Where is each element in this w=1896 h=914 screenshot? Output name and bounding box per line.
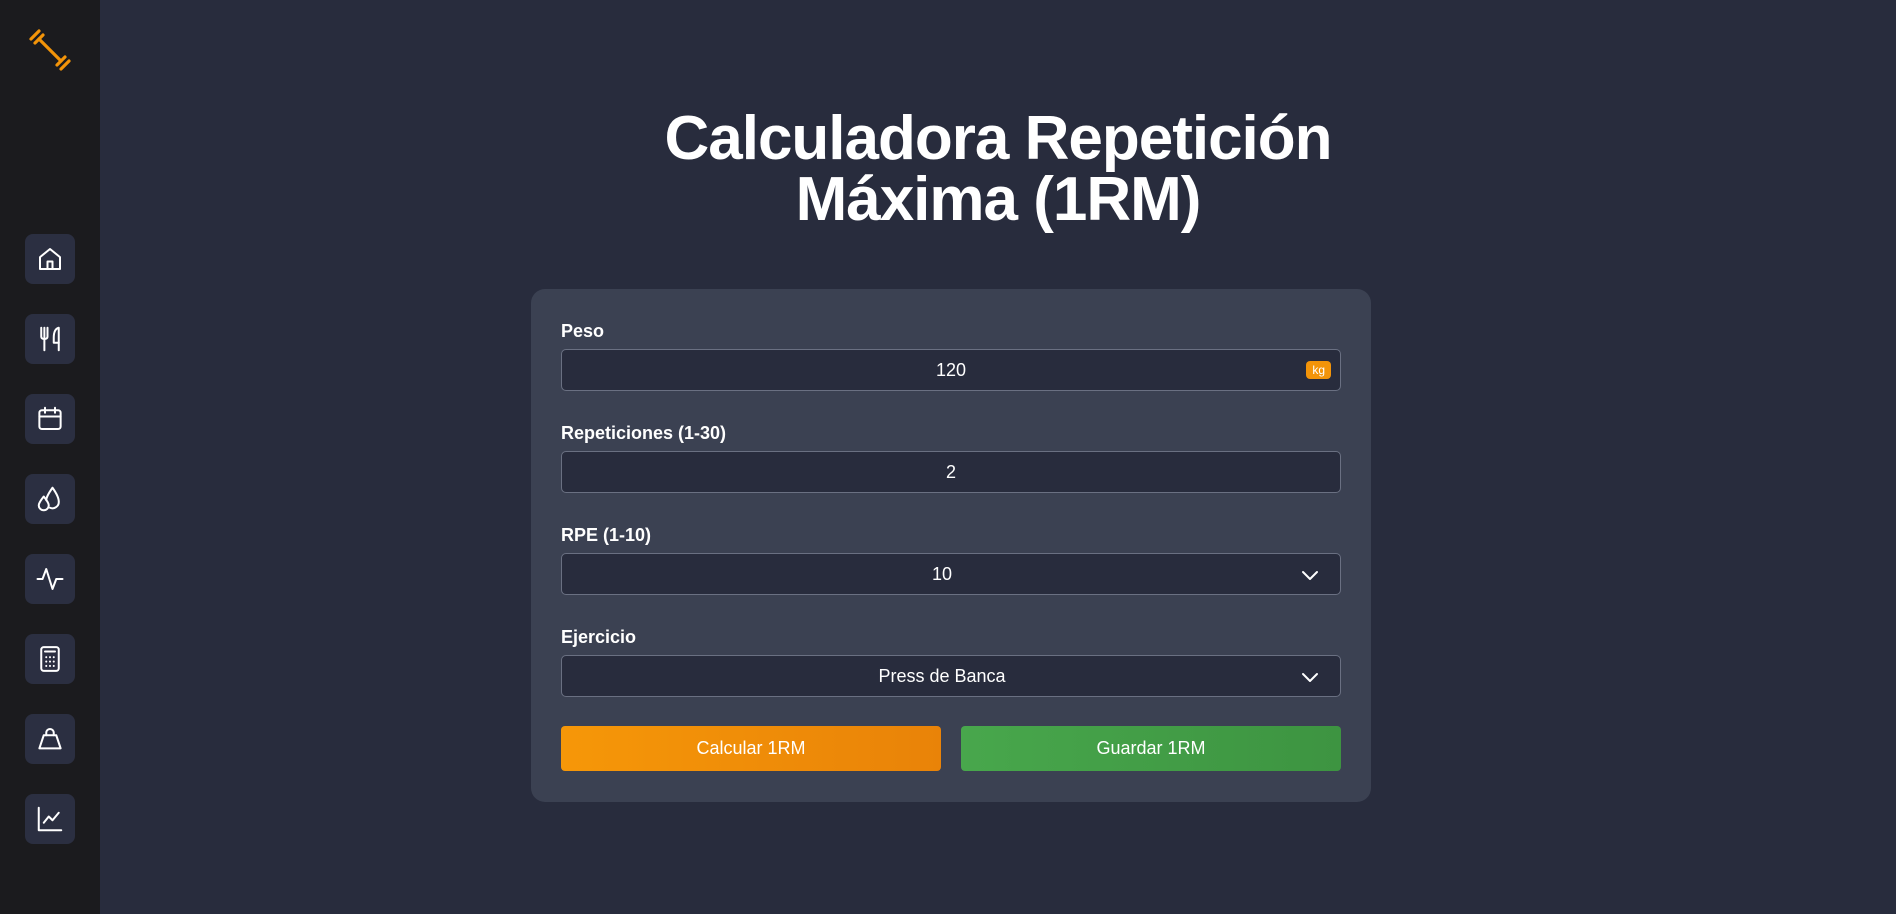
nav-home-button[interactable] — [25, 234, 75, 284]
exercise-select[interactable]: Press de Banca — [561, 655, 1341, 697]
chevron-down-icon — [1302, 673, 1318, 682]
chart-line-icon — [37, 806, 63, 832]
calculate-1rm-button[interactable]: Calcular 1RM — [561, 726, 941, 771]
nav-nutrition-button[interactable] — [25, 314, 75, 364]
page-title-line1: Calculadora Repetición — [664, 104, 1332, 173]
activity-icon — [36, 568, 64, 590]
rpe-label: RPE (1-10) — [561, 525, 652, 545]
nav-hydration-button[interactable] — [25, 474, 75, 524]
nav-weight-button[interactable] — [25, 714, 75, 764]
page-title-line2: Máxima (1RM) — [795, 165, 1202, 234]
nav-activity-button[interactable] — [25, 554, 75, 604]
calculator-icon — [40, 646, 60, 672]
main-content: Calculadora Repetición Máxima (1RM) Peso… — [100, 0, 1896, 914]
reps-label: Repeticiones (1-30) — [561, 423, 727, 443]
exercise-label: Ejercicio — [561, 627, 637, 647]
rpe-value: 10 — [931, 563, 953, 584]
rpe-select[interactable]: 10 — [561, 553, 1341, 595]
weight-label: Peso — [561, 321, 605, 341]
nav-calendar-button[interactable] — [25, 394, 75, 444]
kettlebell-icon — [38, 728, 62, 750]
chevron-down-icon — [1302, 571, 1318, 580]
calculator-card: Peso 120 kg Repeticiones (1-30) 2 RPE (1… — [531, 289, 1371, 802]
dumbbell-icon[interactable] — [26, 26, 74, 74]
reps-value: 2 — [945, 461, 956, 482]
sidebar — [0, 0, 100, 914]
unit-badge: kg — [1306, 361, 1331, 379]
reps-input[interactable]: 2 — [561, 451, 1341, 493]
save-1rm-button[interactable]: Guardar 1RM — [961, 726, 1341, 771]
fork-knife-icon — [40, 326, 60, 352]
weight-input[interactable]: 120 kg — [561, 349, 1341, 391]
exercise-value: Press de Banca — [878, 665, 1006, 686]
page-title: Calculadora Repetición Máxima (1RM) — [100, 108, 1896, 231]
home-icon — [39, 248, 61, 270]
nav-calculator-button[interactable] — [25, 634, 75, 684]
nav-progress-button[interactable] — [25, 794, 75, 844]
droplets-icon — [37, 486, 60, 512]
calendar-icon — [38, 406, 62, 430]
weight-value: 120 — [935, 359, 967, 380]
